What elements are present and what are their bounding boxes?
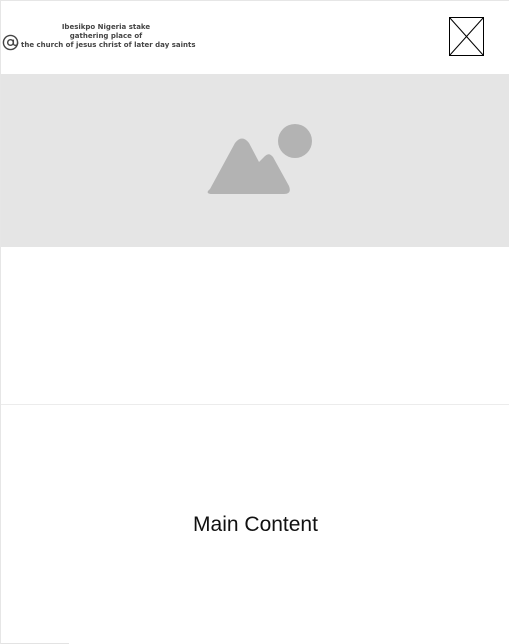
site-name-line-1: Ibesikpo Nigeria stake <box>61 23 151 31</box>
main-content-label: Main Content <box>193 513 318 536</box>
site-name-line-3: the church of jesus christ of later day … <box>21 41 196 49</box>
page: Ibesikpo Nigeria stake gathering place o… <box>0 0 509 644</box>
at-sign-icon[interactable] <box>2 34 19 51</box>
main-content: Main Content <box>1 405 509 644</box>
image-placeholder-x-icon[interactable] <box>449 17 484 56</box>
site-name-line-2: gathering place of <box>69 32 143 40</box>
blank-section <box>1 247 509 405</box>
site-header: Ibesikpo Nigeria stake gathering place o… <box>1 0 509 74</box>
image-placeholder-icon <box>207 124 312 194</box>
hero-banner <box>1 74 509 247</box>
site-name[interactable]: Ibesikpo Nigeria stake gathering place o… <box>21 23 196 50</box>
